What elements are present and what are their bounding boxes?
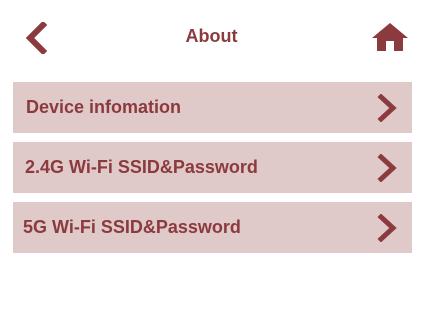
menu-item-label: 5G Wi-Fi SSID&Password [23,217,241,237]
home-button[interactable] [370,19,410,55]
menu-item-5g-wifi[interactable]: 5G Wi-Fi SSID&Password [13,202,412,253]
chevron-right-icon [376,214,398,242]
menu-item-device-information[interactable]: Device infomation [13,82,412,133]
chevron-right-icon [376,154,398,182]
chevron-right-icon [376,94,398,122]
page-title: About [185,26,238,46]
home-icon [372,23,408,51]
header-bar: About [0,0,423,72]
menu-list: Device infomation 2.4G Wi-Fi SSID&Passwo… [13,82,412,262]
about-screen: About Device infomation 2.4G Wi-Fi SSID&… [0,0,423,323]
menu-item-2g-wifi[interactable]: 2.4G Wi-Fi SSID&Password [13,142,412,193]
menu-item-label: Device infomation [26,97,182,117]
menu-item-label: 2.4G Wi-Fi SSID&Password [25,157,258,177]
